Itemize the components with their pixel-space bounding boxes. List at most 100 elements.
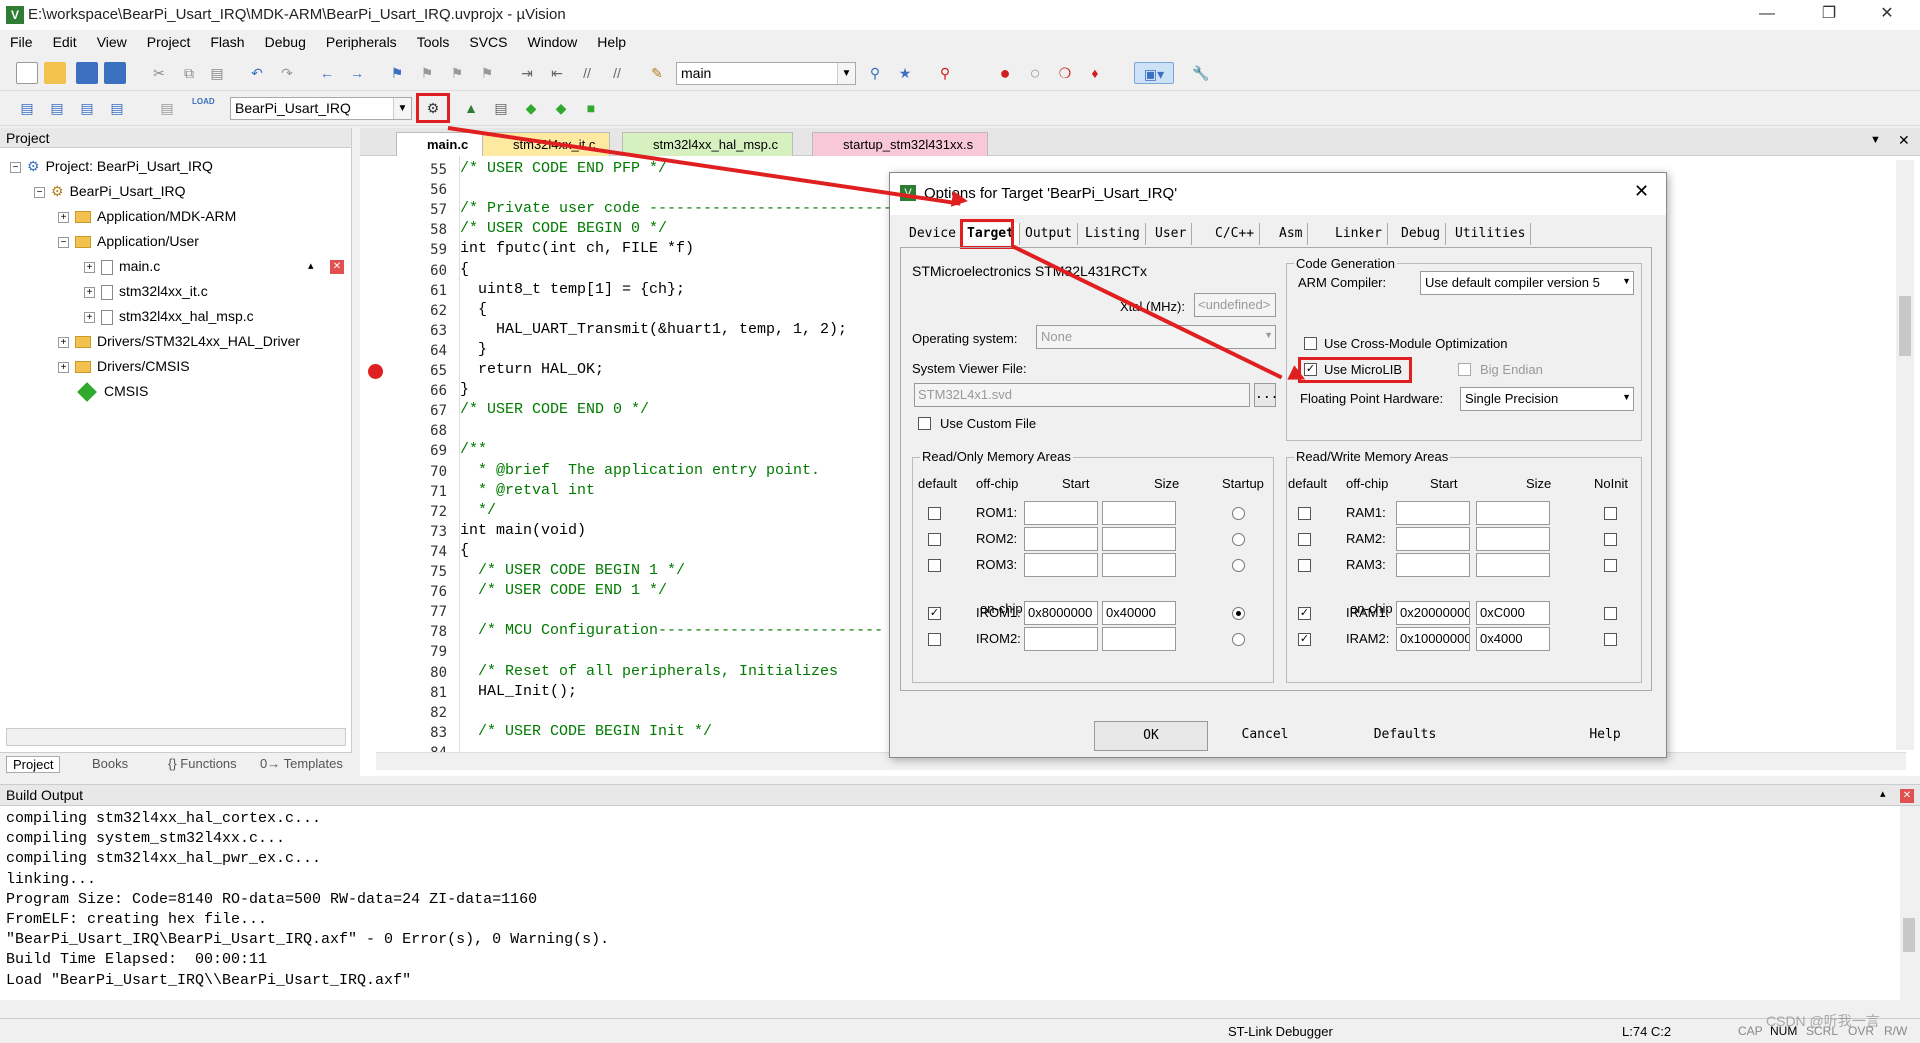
tab-output[interactable]: Output bbox=[1020, 223, 1078, 245]
expand-icon[interactable]: + bbox=[84, 311, 95, 323]
ram-default-checkbox[interactable] bbox=[1298, 533, 1311, 546]
disable-breakpoint-icon[interactable]: ○ bbox=[1024, 62, 1046, 84]
ram-noinit-checkbox[interactable] bbox=[1604, 607, 1617, 620]
clear-bookmarks-icon[interactable]: ⚑ bbox=[476, 62, 498, 84]
batch-build-icon[interactable]: ▤ bbox=[106, 97, 128, 119]
uncomment-icon[interactable]: // bbox=[606, 62, 628, 84]
chevron-down-icon[interactable]: ▼ bbox=[393, 98, 411, 119]
rom-start-input[interactable] bbox=[1024, 627, 1098, 651]
expand-icon[interactable]: + bbox=[58, 211, 69, 223]
os-select[interactable]: None ▼ bbox=[1036, 325, 1276, 349]
code-line[interactable]: int fputc(int ch, FILE *f) bbox=[460, 240, 694, 257]
translate-icon[interactable]: ▤ bbox=[16, 97, 38, 119]
big-endian-checkbox[interactable] bbox=[1458, 363, 1471, 376]
breakpoint-icon[interactable]: ● bbox=[994, 62, 1016, 84]
menu-window[interactable]: Window bbox=[518, 30, 588, 50]
close-panel-icon[interactable]: ✕ bbox=[1900, 789, 1914, 803]
tree-target[interactable]: − ⚙ BearPi_Usart_IRQ bbox=[34, 179, 186, 203]
copy-icon[interactable]: ⧉ bbox=[178, 62, 200, 84]
nav-back-icon[interactable]: ← bbox=[316, 62, 338, 84]
expand-icon[interactable]: + bbox=[58, 336, 69, 348]
tab-listing[interactable]: Listing bbox=[1080, 223, 1146, 245]
tab-user[interactable]: User bbox=[1150, 223, 1193, 245]
scroll-thumb[interactable] bbox=[1899, 296, 1911, 356]
tab-functions[interactable]: {} Functions bbox=[168, 756, 237, 771]
code-line[interactable]: /* USER CODE BEGIN 1 */ bbox=[460, 562, 685, 579]
menu-project[interactable]: Project bbox=[137, 30, 201, 50]
next-bookmark-icon[interactable]: ⚑ bbox=[446, 62, 468, 84]
code-line[interactable]: /* USER CODE END 0 */ bbox=[460, 401, 649, 418]
collapse-icon[interactable]: − bbox=[10, 161, 21, 173]
menu-svcs[interactable]: SVCS bbox=[459, 30, 517, 50]
disable-all-breakpoints-icon[interactable]: ❍ bbox=[1054, 62, 1076, 84]
ram-noinit-checkbox[interactable] bbox=[1604, 507, 1617, 520]
rom-default-checkbox[interactable] bbox=[928, 533, 941, 546]
open-file-icon[interactable] bbox=[44, 62, 66, 84]
find-in-files-icon[interactable]: ✎ bbox=[646, 62, 668, 84]
collapse-icon[interactable]: − bbox=[34, 186, 45, 198]
ram-noinit-checkbox[interactable] bbox=[1604, 559, 1617, 572]
ram-size-input[interactable] bbox=[1476, 501, 1550, 525]
project-hscrollbar[interactable] bbox=[6, 728, 346, 746]
ram-start-input[interactable] bbox=[1396, 527, 1470, 551]
svf-input[interactable]: STM32L4x1.svd bbox=[914, 383, 1250, 407]
save-all-icon[interactable] bbox=[104, 62, 126, 84]
prev-bookmark-icon[interactable]: ⚑ bbox=[416, 62, 438, 84]
code-line[interactable]: int main(void) bbox=[460, 522, 586, 539]
rom-default-checkbox[interactable] bbox=[928, 633, 941, 646]
stop-build-icon[interactable]: ▤ bbox=[156, 97, 178, 119]
arm-compiler-select[interactable]: Use default compiler version 5 ▼ bbox=[1420, 271, 1634, 295]
code-line[interactable]: HAL_Init(); bbox=[460, 683, 577, 700]
undo-icon[interactable]: ↶ bbox=[246, 62, 268, 84]
tab-startup[interactable]: startup_stm32l431xx.s bbox=[812, 132, 989, 156]
rom-size-input[interactable] bbox=[1102, 527, 1176, 551]
tree-file-msp[interactable]: + stm32l4xx_hal_msp.c bbox=[84, 304, 254, 328]
rom-startup-radio[interactable] bbox=[1232, 507, 1245, 520]
ram-default-checkbox[interactable] bbox=[1298, 507, 1311, 520]
code-line[interactable]: { bbox=[460, 261, 469, 278]
code-line[interactable]: HAL_UART_Transmit(&huart1, temp, 1, 2); bbox=[460, 321, 847, 338]
dialog-close-icon[interactable]: ✕ bbox=[1634, 181, 1649, 202]
tab-hal-msp[interactable]: stm32l4xx_hal_msp.c bbox=[622, 132, 793, 156]
expand-icon[interactable]: + bbox=[58, 361, 69, 373]
rom-default-checkbox[interactable] bbox=[928, 507, 941, 520]
scroll-thumb[interactable] bbox=[1903, 918, 1915, 952]
restore-icon[interactable]: ❐ bbox=[1806, 0, 1852, 30]
kill-breakpoints-icon[interactable]: ♦ bbox=[1084, 62, 1106, 84]
ram-default-checkbox[interactable] bbox=[1298, 559, 1311, 572]
debug-session-icon[interactable]: ⚲ bbox=[934, 62, 956, 84]
code-line[interactable]: /* Private user code -------------------… bbox=[460, 200, 892, 217]
code-line[interactable]: { bbox=[460, 542, 469, 559]
menu-peripherals[interactable]: Peripherals bbox=[316, 30, 407, 50]
rom-default-checkbox[interactable] bbox=[928, 559, 941, 572]
build-icon[interactable]: ▤ bbox=[46, 97, 68, 119]
breakpoint-marker-icon[interactable] bbox=[368, 364, 383, 379]
close-panel-icon[interactable]: ✕ bbox=[330, 260, 344, 274]
editor-vscrollbar[interactable] bbox=[1896, 160, 1914, 750]
ram-start-input[interactable]: 0x20000000 bbox=[1396, 601, 1470, 625]
save-icon[interactable] bbox=[76, 62, 98, 84]
incremental-find-icon[interactable]: ★ bbox=[894, 62, 916, 84]
rom-start-input[interactable] bbox=[1024, 527, 1098, 551]
code-line[interactable]: * @retval int bbox=[460, 482, 595, 499]
tab-main-c[interactable]: main.c bbox=[396, 132, 484, 156]
chevron-down-icon[interactable]: ▼ bbox=[837, 63, 855, 84]
pin-icon[interactable]: ▴ bbox=[308, 259, 314, 272]
tab-books[interactable]: Books bbox=[92, 756, 128, 771]
menu-tools[interactable]: Tools bbox=[407, 30, 460, 50]
cross-module-checkbox[interactable] bbox=[1304, 337, 1317, 350]
ram-default-checkbox[interactable]: ✓ bbox=[1298, 607, 1311, 620]
code-line[interactable]: { bbox=[460, 301, 487, 318]
ram-start-input[interactable] bbox=[1396, 553, 1470, 577]
browse-svf-button[interactable]: ... bbox=[1254, 383, 1278, 407]
fph-select[interactable]: Single Precision ▼ bbox=[1460, 387, 1634, 411]
code-line[interactable]: /** bbox=[460, 441, 487, 458]
bookmark-icon[interactable]: ⚑ bbox=[386, 62, 408, 84]
new-file-icon[interactable] bbox=[16, 62, 38, 84]
ram-start-input[interactable] bbox=[1396, 501, 1470, 525]
menu-file[interactable]: File bbox=[0, 30, 43, 50]
code-line[interactable]: /* MCU Configuration--------------------… bbox=[460, 622, 883, 639]
tree-group-hal-driver[interactable]: + Drivers/STM32L4xx_HAL_Driver bbox=[58, 329, 300, 353]
find-icon[interactable]: ⚲ bbox=[864, 62, 886, 84]
tab-device[interactable]: Device bbox=[904, 223, 962, 245]
